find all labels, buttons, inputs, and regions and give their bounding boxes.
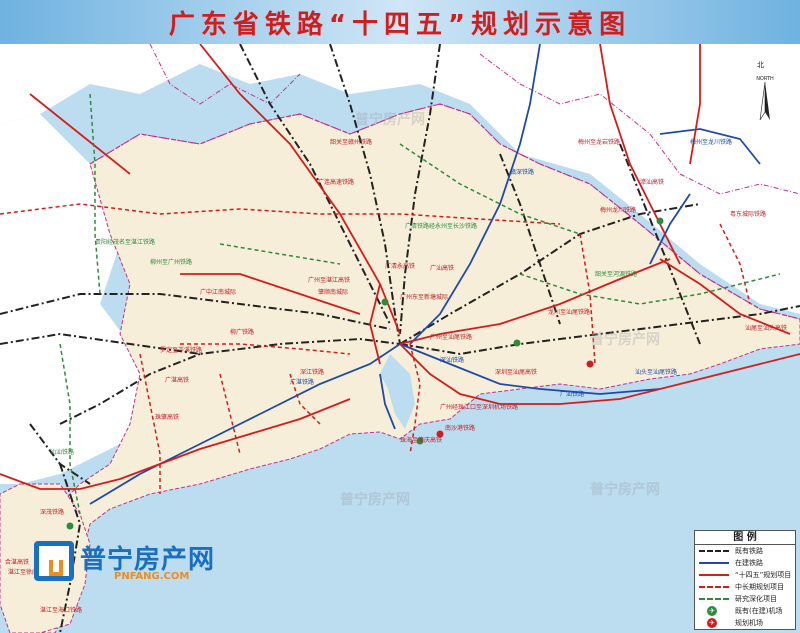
legend-item-longterm: 中长期规划项目 [695, 581, 795, 593]
legend-label: 既有(在建)机场 [735, 607, 783, 615]
legend-label: 在建铁路 [735, 559, 763, 567]
map-label: 广清铁路经永州至长沙铁路 [405, 222, 477, 230]
map-label: 深汕铁路 [440, 356, 464, 364]
map-label: 珠肇高铁 [155, 413, 179, 421]
map-title: 广东省铁路“十四五”规划示意图 [168, 10, 632, 40]
map-label: 广湛铁路 [290, 378, 314, 386]
logo-icon [34, 541, 74, 581]
airport-existing-icon: ✈ [707, 606, 717, 616]
map-label: 广州东至新塘城际 [400, 293, 448, 301]
map-label: 广州至湛江高铁 [308, 276, 350, 284]
airport-existing-icon [66, 522, 74, 530]
map-label: 深江铁路 [300, 368, 324, 376]
map-label: 汕汕铁路 [50, 448, 74, 456]
map-label: 汕尾至汕头高铁 [745, 324, 787, 332]
map-label: 南沙港铁路 [445, 424, 475, 432]
site-logo: 普宁房产网 PNFANG.COM [34, 537, 254, 585]
airport-planned-icon [586, 360, 594, 368]
legend-label: 既有铁路 [735, 547, 763, 555]
map-label: 广中江南城际 [200, 288, 236, 296]
map-legend: 图 例 既有铁路 在建铁路 “十四五”规划项目 中长期规划项目 研究深化项目 ✈… [694, 530, 796, 630]
map-label: 梅州龙川铁路 [600, 206, 636, 214]
title-banner: 广东省铁路“十四五”规划示意图 [0, 0, 800, 44]
legend-label: “十四五”规划项目 [735, 571, 792, 579]
north-arrow-icon: NORTH [756, 76, 774, 121]
map-poster: 广东省铁路“十四五”规划示意图 普宁房产网 普宁房产网 普宁房产网 普宁房产网 … [0, 0, 800, 633]
map-label: 漳汕高铁 [640, 178, 664, 186]
map-label: 广湛高铁 [165, 376, 189, 384]
map-label: 肇顺南城际 [318, 288, 348, 296]
legend-label: 规划机场 [735, 619, 763, 627]
map-label: 深圳至汕尾高铁 [495, 368, 537, 376]
map-label: 深茂铁路 [40, 508, 64, 516]
map-label: 广汕铁路 [560, 390, 584, 398]
airport-planned-icon: ✈ [707, 618, 717, 628]
map-label: 广州至汕尾铁路 [430, 333, 472, 341]
faint-watermark: 普宁房产网 [340, 491, 410, 508]
map-label: 龙川至汕尾铁路 [548, 308, 590, 316]
compass-sub: NORTH [756, 76, 774, 82]
airport-existing-icon [381, 298, 389, 306]
legend-item-existing: 既有铁路 [695, 545, 795, 557]
map-label: 湛江至海口铁路 [40, 606, 82, 614]
map-label: 合湛高铁 [5, 558, 29, 566]
legend-item-research: 研究深化项目 [695, 593, 795, 605]
airport-existing-icon [656, 217, 664, 225]
map-label: 粤东城际铁路 [730, 210, 766, 218]
map-label: 韶关至赣州铁路 [330, 138, 372, 146]
map-label: 韶关至河源铁路 [595, 270, 637, 278]
logo-url: PNFANG.COM [114, 571, 190, 582]
map-label: 柳广铁路 [230, 328, 254, 336]
legend-item-construction: 在建铁路 [695, 557, 795, 569]
legend-label: 研究深化项目 [735, 595, 777, 603]
legend-title: 图 例 [695, 531, 795, 545]
legend-label: 中长期规划项目 [735, 583, 784, 591]
map-label: 罗定至岑溪铁路 [160, 346, 202, 354]
map-label: 梅州至龙川铁路 [690, 138, 732, 146]
map-label: 汕头至汕尾铁路 [635, 368, 677, 376]
map-label: 珠海至肇庆高铁 [400, 436, 442, 444]
legend-item-airport-existing: ✈ 既有(在建)机场 [695, 605, 795, 617]
map-label: 贵阳经茂名至湛江铁路 [95, 238, 155, 246]
map-label: 广连高速铁路 [318, 178, 354, 186]
map-label: 柳州至广州铁路 [150, 258, 192, 266]
map-label: 广清永高铁 [385, 262, 415, 270]
map-label: 赣深铁路 [510, 168, 534, 176]
airport-existing-icon [513, 339, 521, 347]
legend-item-airport-planned: ✈ 规划机场 [695, 617, 795, 629]
map-label: 广汕高铁 [430, 264, 454, 272]
faint-watermark: 普宁房产网 [355, 111, 425, 128]
map-label: 梅州至龙岩铁路 [578, 138, 620, 146]
faint-watermark: 普宁房产网 [590, 481, 660, 498]
faint-watermark: 普宁房产网 [590, 331, 660, 348]
map-label: 广州经珠江口至深圳机场铁路 [440, 403, 518, 411]
legend-item-plan: “十四五”规划项目 [695, 569, 795, 581]
